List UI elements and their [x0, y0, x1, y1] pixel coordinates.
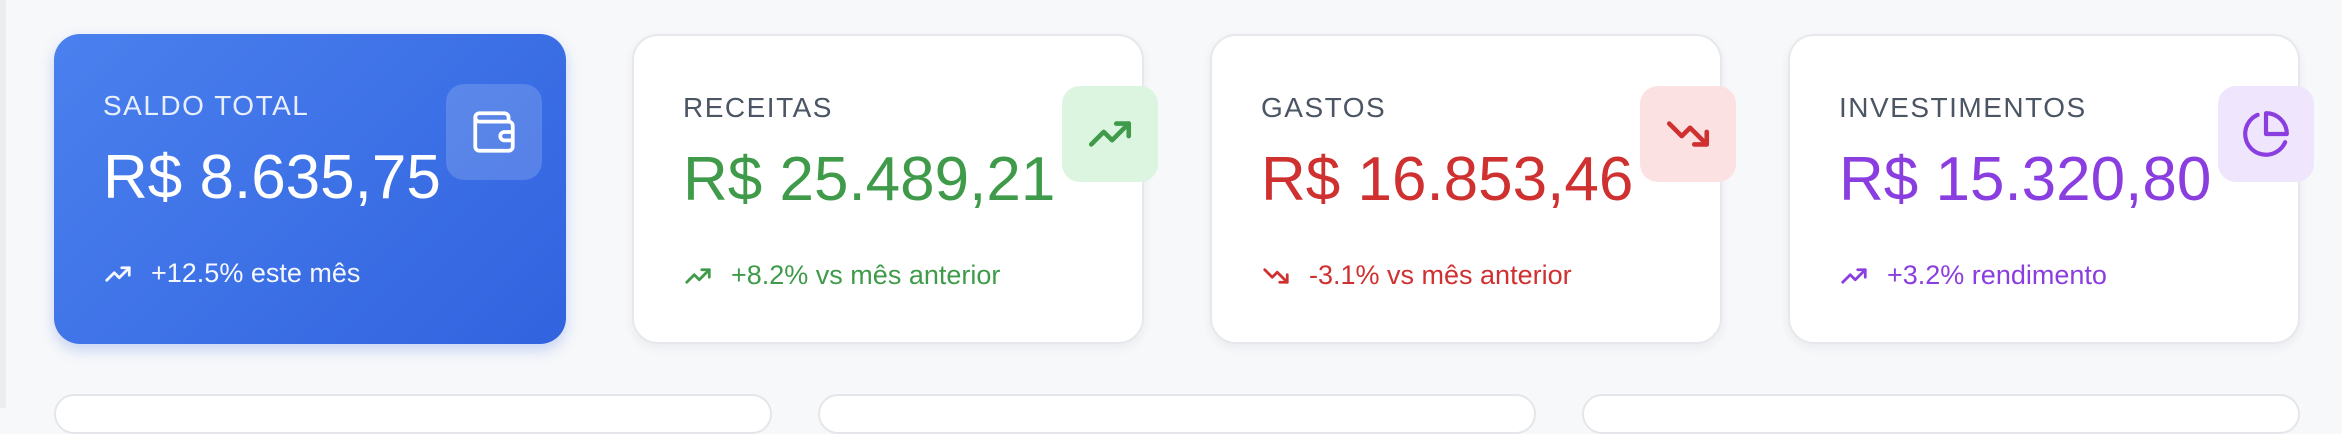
- card-value: R$ 25.489,21: [683, 145, 1056, 214]
- card-trend: +8.2% vs mês anterior: [683, 260, 1000, 291]
- card-trend: +12.5% este mês: [103, 258, 360, 289]
- card-trend-text: -3.1% vs mês anterior: [1309, 260, 1572, 290]
- card-trend: +3.2% rendimento: [1839, 260, 2107, 291]
- card-trend-text: +12.5% este mês: [151, 258, 361, 288]
- panel-partial-2: [818, 394, 1536, 434]
- trending-up-icon: [1062, 86, 1158, 182]
- card-label: GASTOS: [1261, 92, 1387, 123]
- card-value: R$ 16.853,46: [1261, 145, 1634, 214]
- trending-up-icon: [103, 259, 133, 289]
- card-value: R$ 8.635,75: [103, 143, 441, 212]
- trending-up-icon: [1839, 261, 1869, 291]
- trending-down-icon: [1261, 261, 1291, 291]
- card-label: RECEITAS: [683, 92, 833, 123]
- card-gastos[interactable]: GASTOS R$ 16.853,46 -3.1% vs mês anterio…: [1210, 34, 1736, 344]
- trending-down-icon: [1640, 86, 1736, 182]
- card-trend-text: +3.2% rendimento: [1887, 260, 2107, 290]
- panel-partial-1: [54, 394, 772, 434]
- card-label: SALDO TOTAL: [103, 90, 310, 121]
- panel-partial-3: [1582, 394, 2300, 434]
- card-trend: -3.1% vs mês anterior: [1261, 260, 1572, 291]
- card-trend-text: +8.2% vs mês anterior: [731, 260, 1001, 290]
- summary-cards: SALDO TOTAL R$ 8.635,75 +12.5% este mês …: [54, 34, 2314, 344]
- card-value: R$ 15.320,80: [1839, 145, 2212, 214]
- card-receitas[interactable]: RECEITAS R$ 25.489,21 +8.2% vs mês anter…: [632, 34, 1158, 344]
- card-investimentos[interactable]: INVESTIMENTOS R$ 15.320,80 +3.2% rendime…: [1788, 34, 2314, 344]
- card-label: INVESTIMENTOS: [1839, 92, 2087, 123]
- pie-chart-icon: [2218, 86, 2314, 182]
- trending-up-icon: [683, 261, 713, 291]
- wallet-icon: [446, 84, 542, 180]
- card-saldo-total[interactable]: SALDO TOTAL R$ 8.635,75 +12.5% este mês: [54, 34, 566, 344]
- window-edge: [0, 0, 6, 408]
